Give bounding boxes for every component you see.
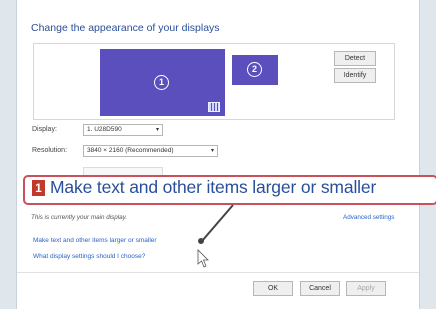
apply-button[interactable]: Apply xyxy=(346,281,386,296)
ok-button[interactable]: OK xyxy=(253,281,293,296)
callout-pointer xyxy=(197,204,234,268)
cancel-button[interactable]: Cancel xyxy=(300,281,340,296)
callout-pointer-dot xyxy=(198,238,204,244)
mouse-pointer-icon xyxy=(197,249,209,268)
footer-divider xyxy=(17,272,419,273)
callout-pointer-line xyxy=(201,204,234,242)
